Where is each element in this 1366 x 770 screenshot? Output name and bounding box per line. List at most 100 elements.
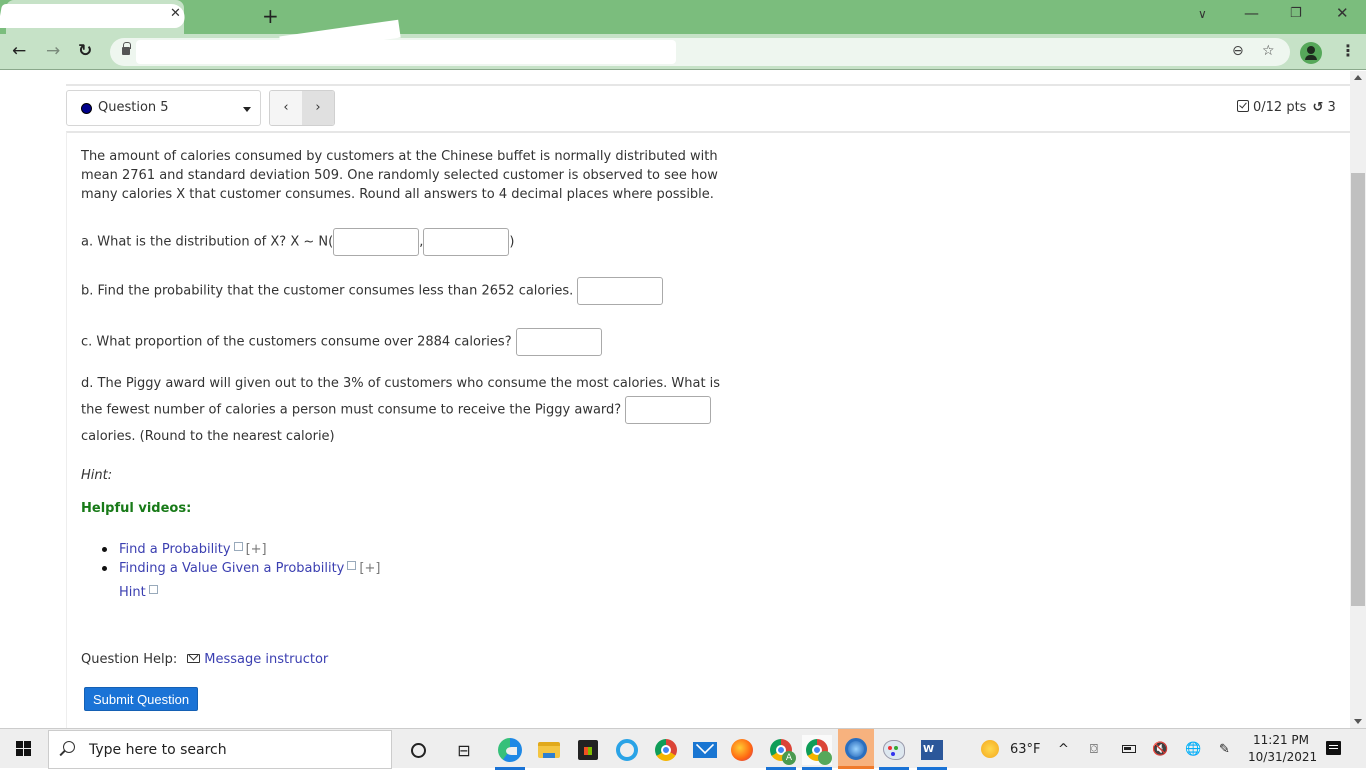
video-link-finding-value[interactable]: Finding a Value Given a Probability (119, 561, 344, 576)
restore-icon[interactable]: ❐ (1290, 6, 1302, 21)
lock-icon[interactable] (122, 42, 131, 55)
expand-video-button[interactable]: [+] (359, 561, 380, 576)
profile-avatar-icon[interactable] (1300, 42, 1322, 64)
browser-menu-icon[interactable]: ⋮ (1340, 42, 1356, 60)
part-a-prompt: a. What is the distribution of X? X ~ N( (81, 234, 334, 250)
hint-link-row: Hint (119, 585, 158, 600)
score-display: 0/12 pts ↺ 3 (1237, 99, 1336, 115)
back-icon[interactable]: ← (12, 41, 26, 61)
attempts-remaining: 3 (1327, 100, 1336, 115)
new-tab-button[interactable]: + (262, 4, 279, 28)
caret-down-icon (243, 107, 251, 112)
browser-tab[interactable]: ✕ (0, 0, 188, 34)
windows-start-icon[interactable] (16, 741, 32, 757)
divider (66, 84, 1350, 86)
search-placeholder: Type here to search (89, 742, 227, 758)
url-redaction (136, 40, 676, 64)
submit-question-button[interactable]: Submit Question (84, 687, 199, 711)
battery-icon[interactable] (1122, 729, 1136, 769)
task-view-icon[interactable]: ⊟ (449, 735, 479, 765)
windows-taskbar: Type here to search ⊟ A W 63°F ^ ⌼ 🔇 🌐 ✎… (0, 728, 1366, 770)
part-a: a. What is the distribution of X? X ~ N(… (81, 228, 514, 256)
clock-time: 11:21 PM (1253, 733, 1309, 747)
question-selector[interactable]: Question 5 (66, 90, 261, 126)
mail-app-icon[interactable] (690, 735, 720, 765)
part-b-prompt: b. Find the probability that the custome… (81, 283, 574, 299)
external-link-icon (233, 542, 243, 551)
part-d-suffix: calories. (Round to the nearest calorie) (81, 429, 335, 444)
video-list-item: Finding a Value Given a Probability [+] (99, 559, 380, 578)
external-link-icon (148, 585, 158, 594)
probability-less-than-input[interactable] (577, 277, 664, 305)
minimize-icon[interactable]: — (1244, 4, 1259, 22)
scroll-thumb[interactable] (1351, 173, 1365, 606)
scroll-up-arrow-icon[interactable] (1354, 75, 1362, 80)
question-pager: ‹ › (269, 90, 335, 126)
edge-icon[interactable] (495, 735, 525, 770)
scroll-down-arrow-icon[interactable] (1354, 719, 1362, 724)
file-explorer-icon[interactable] (534, 735, 564, 765)
window-close-icon[interactable]: ✕ (1336, 4, 1349, 22)
profile-badge: A (782, 751, 796, 765)
page-viewport: Question 5 ‹ › 0/12 pts ↺ 3 The amount of… (0, 71, 1350, 728)
clock-date: 10/31/2021 (1248, 750, 1318, 764)
weather-sun-icon[interactable] (981, 729, 999, 769)
firefox-icon[interactable] (727, 735, 757, 765)
address-bar[interactable]: ⊖ ☆ (110, 19, 1290, 66)
system-clock[interactable]: 11:21 PM 10/31/2021 (1248, 732, 1318, 766)
question-selector-label: Question 5 (98, 100, 169, 115)
chrome-icon[interactable] (651, 735, 681, 765)
hint-link[interactable]: Hint (119, 585, 146, 600)
tab-search-icon[interactable]: ∨ (1198, 7, 1207, 21)
external-link-icon (347, 561, 357, 570)
bookmark-star-icon[interactable]: ☆ (1262, 43, 1275, 59)
std-dev-input[interactable] (423, 228, 510, 256)
browser-toolbar: ← → ↻ ⊖ ☆ ⋮ (0, 19, 1366, 70)
volume-muted-icon[interactable]: 🔇 (1152, 729, 1168, 769)
mean-input[interactable] (333, 228, 420, 256)
show-hidden-icons-chevron-icon[interactable]: ^ (1058, 729, 1069, 769)
redaction-overlay (0, 4, 188, 28)
profile-badge-icon (818, 751, 832, 765)
forward-icon[interactable]: → (46, 41, 60, 61)
part-d-prompt: d. The Piggy award will given out to the… (81, 376, 721, 418)
piggy-award-calories-input[interactable] (625, 396, 712, 424)
microsoft-store-icon[interactable] (573, 735, 603, 765)
question-status-dot-icon (81, 103, 92, 114)
weather-temperature[interactable]: 63°F (1010, 729, 1041, 769)
helpful-videos-list: Find a Probability [+] Finding a Value Gi… (99, 540, 380, 578)
mail-icon (187, 654, 201, 663)
video-link-find-probability[interactable]: Find a Probability (119, 542, 231, 557)
word-icon[interactable]: W (917, 735, 947, 770)
active-app-icon[interactable] (838, 729, 874, 769)
zoom-icon[interactable]: ⊖ (1232, 43, 1244, 59)
chrome-profile-b-icon[interactable] (802, 735, 832, 770)
question-help-label: Question Help: (81, 652, 178, 667)
browser-tabstrip: ✕ + ∨ — ❐ ✕ (0, 0, 1366, 34)
vertical-scrollbar[interactable] (1350, 71, 1366, 728)
expand-video-button[interactable]: [+] (246, 542, 267, 557)
chrome-profile-a-icon[interactable]: A (766, 735, 796, 770)
next-question-button[interactable]: › (302, 91, 334, 125)
paint-icon[interactable] (879, 735, 909, 770)
message-instructor-link[interactable]: Message instructor (204, 652, 328, 667)
tab-close-icon[interactable]: ✕ (170, 6, 181, 21)
part-c-prompt: c. What proportion of the customers cons… (81, 334, 512, 350)
reload-icon[interactable]: ↻ (78, 41, 92, 61)
proportion-over-input[interactable] (515, 328, 602, 356)
taskbar-search-input[interactable]: Type here to search (48, 730, 392, 769)
network-icon[interactable]: 🌐 (1185, 729, 1201, 769)
previous-question-button[interactable]: ‹ (270, 91, 302, 125)
helpful-videos-heading: Helpful videos: (81, 501, 192, 516)
search-icon (63, 741, 75, 753)
retry-icon: ↺ (1312, 100, 1324, 115)
notification-center-icon[interactable] (1326, 741, 1341, 755)
internet-explorer-icon[interactable] (612, 735, 642, 765)
part-b: b. Find the probability that the custome… (81, 277, 664, 305)
cortana-icon[interactable] (403, 735, 433, 765)
question-help-row: Question Help: Message instructor (81, 652, 328, 667)
question-intro: The amount of calories consumed by custo… (81, 149, 718, 202)
meet-now-icon[interactable]: ⌼ (1090, 729, 1098, 769)
pen-workspace-icon[interactable]: ✎ (1219, 729, 1230, 769)
part-a-suffix: ) (509, 234, 515, 250)
